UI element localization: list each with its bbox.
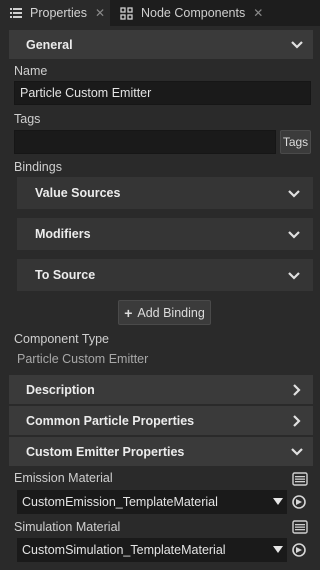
to-source-header[interactable]: To Source [17, 259, 313, 291]
component-type-value: Particle Custom Emitter [17, 352, 149, 366]
general-section-title: General [26, 37, 73, 52]
modifiers-header[interactable]: Modifiers [17, 218, 313, 250]
tab-properties[interactable]: Properties ✕ [0, 0, 110, 26]
reset-icon[interactable] [290, 541, 308, 559]
reset-icon[interactable] [290, 493, 308, 511]
value-sources-header[interactable]: Value Sources [17, 177, 313, 209]
chevron-down-icon [288, 272, 300, 280]
material-browser-icon[interactable] [291, 470, 309, 488]
chevron-down-icon [291, 448, 303, 456]
emission-material-label: Emission Material [14, 471, 113, 485]
bindings-label: Bindings [14, 160, 62, 174]
emission-material-dropdown[interactable]: CustomEmission_TemplateMaterial [17, 490, 287, 514]
chevron-down-icon [288, 190, 300, 198]
name-label: Name [14, 64, 48, 78]
chevron-down-icon [291, 41, 303, 49]
chevron-right-icon [293, 384, 301, 396]
close-icon[interactable]: ✕ [95, 6, 105, 20]
add-binding-button[interactable]: + Add Binding [118, 300, 211, 325]
description-section-title: Description [26, 382, 95, 397]
dropdown-arrow-icon [273, 546, 283, 553]
to-source-label: To Source [35, 268, 96, 282]
component-type-label: Component Type [14, 332, 109, 346]
dropdown-arrow-icon [273, 498, 283, 505]
tab-bar: Properties ✕ Node Components ✕ [0, 0, 320, 26]
simulation-material-label: Simulation Material [14, 520, 121, 534]
material-browser-icon[interactable] [291, 518, 309, 536]
common-particle-section-header[interactable]: Common Particle Properties [9, 406, 313, 435]
tags-button[interactable]: Tags [280, 130, 311, 154]
custom-emitter-section-title: Custom Emitter Properties [26, 444, 185, 459]
value-sources-label: Value Sources [35, 186, 121, 200]
plus-icon: + [124, 304, 133, 321]
tags-label: Tags [14, 112, 41, 126]
tab-node-components-label: Node Components [141, 6, 246, 20]
tab-properties-label: Properties [30, 6, 87, 20]
simulation-material-dropdown[interactable]: CustomSimulation_TemplateMaterial [17, 538, 287, 562]
description-section-header[interactable]: Description [9, 375, 313, 404]
custom-emitter-section-header[interactable]: Custom Emitter Properties [9, 437, 313, 466]
tags-field[interactable] [14, 130, 276, 154]
general-section-header[interactable]: General [9, 30, 313, 59]
modifiers-label: Modifiers [35, 227, 91, 241]
common-particle-section-title: Common Particle Properties [26, 413, 195, 428]
add-binding-label: Add Binding [137, 305, 205, 320]
emission-material-value: CustomEmission_TemplateMaterial [22, 495, 218, 509]
simulation-material-value: CustomSimulation_TemplateMaterial [22, 543, 226, 557]
components-icon [120, 6, 133, 20]
name-field[interactable]: Particle Custom Emitter [14, 81, 311, 105]
close-icon[interactable]: ✕ [253, 6, 263, 20]
chevron-down-icon [288, 231, 300, 239]
chevron-right-icon [293, 415, 301, 427]
tab-node-components[interactable]: Node Components ✕ [110, 0, 263, 26]
list-icon [10, 6, 22, 20]
